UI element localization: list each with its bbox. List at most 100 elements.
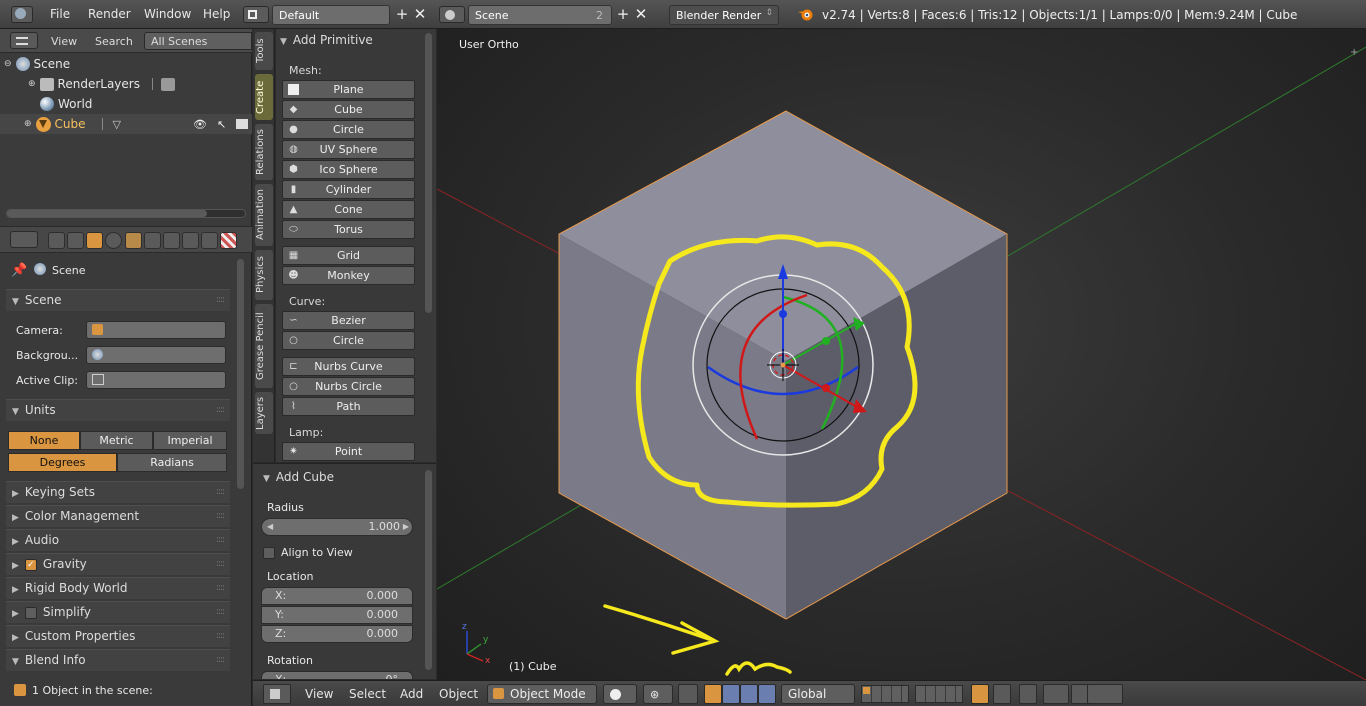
screen-layout-field[interactable]: Default [272, 5, 390, 25]
add-nurbs-curve-button[interactable]: ⊏ Nurbs Curve [282, 357, 415, 376]
tab-create[interactable]: Create [255, 74, 273, 120]
outliner-row-renderlayers[interactable]: ⊕ RenderLayers [28, 74, 175, 94]
add-scene-icon[interactable]: + [614, 5, 632, 23]
location-z-field[interactable]: Z: 0.000 [261, 625, 413, 643]
pivot-point-select[interactable]: ⊛ [643, 684, 673, 704]
align-to-view-row[interactable]: Align to View [263, 546, 353, 559]
active-clip-field[interactable] [86, 371, 226, 389]
outliner-display-mode[interactable]: All Scenes [144, 32, 252, 50]
proportional-editing-icon[interactable] [1019, 684, 1037, 704]
z-scale-handle[interactable] [779, 310, 787, 318]
opengl-render-icon[interactable] [1087, 684, 1123, 704]
layers-11-20[interactable] [915, 685, 963, 703]
background-scene-field[interactable] [86, 346, 226, 364]
unit-system-imperial[interactable]: Imperial [153, 431, 227, 450]
viewport-shading-select[interactable] [603, 684, 637, 704]
properties-editor-type-icon[interactable] [10, 231, 38, 248]
align-to-view-checkbox[interactable] [263, 547, 275, 559]
outliner-editor-type-icon[interactable] [10, 32, 38, 49]
simplify-checkbox[interactable] [24, 606, 37, 619]
expand-icon[interactable]: ⊕ [28, 79, 36, 89]
lock-layers-icon[interactable] [971, 684, 989, 704]
blend-info-panel[interactable]: ▼ Blend Info:::: [6, 649, 230, 671]
screen-layout-icon[interactable] [243, 6, 269, 23]
render-camera-icon[interactable] [236, 119, 249, 129]
unit-system-none[interactable]: None [8, 431, 80, 450]
add-cylinder-button[interactable]: ▮ Cylinder [282, 180, 415, 199]
tab-grease-pencil[interactable]: Grease Pencil [255, 304, 273, 388]
location-x-field[interactable]: X: 0.000 [261, 587, 413, 605]
add-monkey-button[interactable]: ☻ Monkey [282, 266, 415, 285]
info-editor-type-icon[interactable] [11, 6, 33, 23]
mesh-data-icon[interactable]: ▽ [113, 118, 121, 131]
modifiers-tab-icon[interactable] [163, 232, 180, 249]
3d-viewport[interactable]: z y x User Ortho (1) Cube + [437, 29, 1366, 680]
viewport-editor-type-icon[interactable] [263, 684, 291, 704]
remove-screen-icon[interactable]: ✕ [411, 5, 429, 23]
scene-name-field[interactable]: Scene 2 [468, 5, 612, 25]
material-tab-icon[interactable] [201, 232, 218, 249]
properties-scrollbar[interactable] [237, 259, 244, 489]
texture-tab-icon[interactable] [220, 232, 237, 249]
add-menu[interactable]: Add [400, 687, 423, 701]
constraints-tab-icon[interactable] [144, 232, 161, 249]
location-y-field[interactable]: Y: 0.000 [261, 606, 413, 624]
add-cone-button[interactable]: ▲ Cone [282, 200, 415, 219]
render-tab-icon[interactable] [48, 232, 65, 249]
add-bezier-button[interactable]: ∽ Bezier [282, 311, 415, 330]
expand-icon[interactable]: ⊕ [24, 119, 32, 129]
tab-physics[interactable]: Physics [255, 250, 273, 300]
camera-field[interactable] [86, 321, 226, 339]
rotate-manipulator-icon[interactable] [722, 684, 740, 704]
add-uv-sphere-button[interactable]: ◍ UV Sphere [282, 140, 415, 159]
rotation-x-field[interactable]: X: 0° [261, 671, 413, 680]
scene-panel-header[interactable]: ▼ Scene:::: [6, 289, 230, 311]
operator-scrollbar[interactable] [425, 470, 432, 670]
add-point-lamp-button[interactable]: ✷ Point [282, 442, 415, 461]
add-cube-panel-header[interactable]: ▼ Add Cube [263, 470, 334, 484]
y-scale-handle[interactable] [822, 337, 830, 345]
pin-icon[interactable]: 📌 [11, 263, 27, 278]
audio-panel[interactable]: ▶ Audio:::: [6, 529, 230, 551]
add-plane-button[interactable]: Plane [282, 80, 415, 99]
view-menu[interactable]: View [305, 687, 333, 701]
menu-file[interactable]: File [50, 7, 70, 21]
collapse-icon[interactable]: ⊖ [4, 59, 12, 69]
interaction-mode-select[interactable]: Object Mode [487, 684, 597, 704]
rigid-body-world-panel[interactable]: ▶ Rigid Body World:::: [6, 577, 230, 599]
color-management-panel[interactable]: ▶ Color Management:::: [6, 505, 230, 527]
outliner-view-menu[interactable]: View [51, 35, 77, 48]
custom-properties-panel[interactable]: ▶ Custom Properties:::: [6, 625, 230, 647]
remove-scene-icon[interactable]: ✕ [632, 5, 650, 23]
scene-selector-icon[interactable] [439, 6, 465, 23]
add-torus-button[interactable]: ⬭ Torus [282, 220, 415, 239]
translate-manipulator-icon[interactable] [704, 684, 722, 704]
outliner-h-scrollbar[interactable] [6, 209, 246, 218]
visibility-eye-icon[interactable]: 👁 [193, 118, 207, 131]
units-panel-header[interactable]: ▼ Units:::: [6, 399, 230, 421]
keying-sets-panel[interactable]: ▶ Keying Sets:::: [6, 481, 230, 503]
renderlayers-tab-icon[interactable] [67, 232, 84, 249]
x-scale-handle[interactable] [822, 384, 830, 392]
add-nurbs-circle-button[interactable]: ○ Nurbs Circle [282, 377, 415, 396]
select-cursor-icon[interactable]: ↖ [217, 118, 226, 131]
scale-manipulator-icon[interactable] [740, 684, 758, 704]
data-tab-icon[interactable] [182, 232, 199, 249]
manipulator-toggle-icon[interactable] [678, 684, 698, 704]
select-menu[interactable]: Select [349, 687, 386, 701]
simplify-panel[interactable]: ▶ Simplify:::: [6, 601, 230, 623]
menu-help[interactable]: Help [203, 7, 230, 21]
transform-orientation-select[interactable]: Global [781, 684, 855, 704]
world-tab-icon[interactable] [105, 232, 122, 249]
add-primitive-header[interactable]: ▼ Add Primitive [280, 33, 420, 47]
tab-animation[interactable]: Animation [255, 184, 273, 246]
add-curve-circle-button[interactable]: ○ Circle [282, 331, 415, 350]
add-circle-button[interactable]: ● Circle [282, 120, 415, 139]
transform-space-icon[interactable] [758, 684, 776, 704]
outliner-search-menu[interactable]: Search [95, 35, 133, 48]
gravity-checkbox[interactable]: ✓ [24, 558, 37, 571]
menu-render[interactable]: Render [88, 7, 131, 21]
unit-system-metric[interactable]: Metric [80, 431, 153, 450]
add-grid-button[interactable]: ▦ Grid [282, 246, 415, 265]
outliner-row-world[interactable]: World [40, 94, 92, 114]
